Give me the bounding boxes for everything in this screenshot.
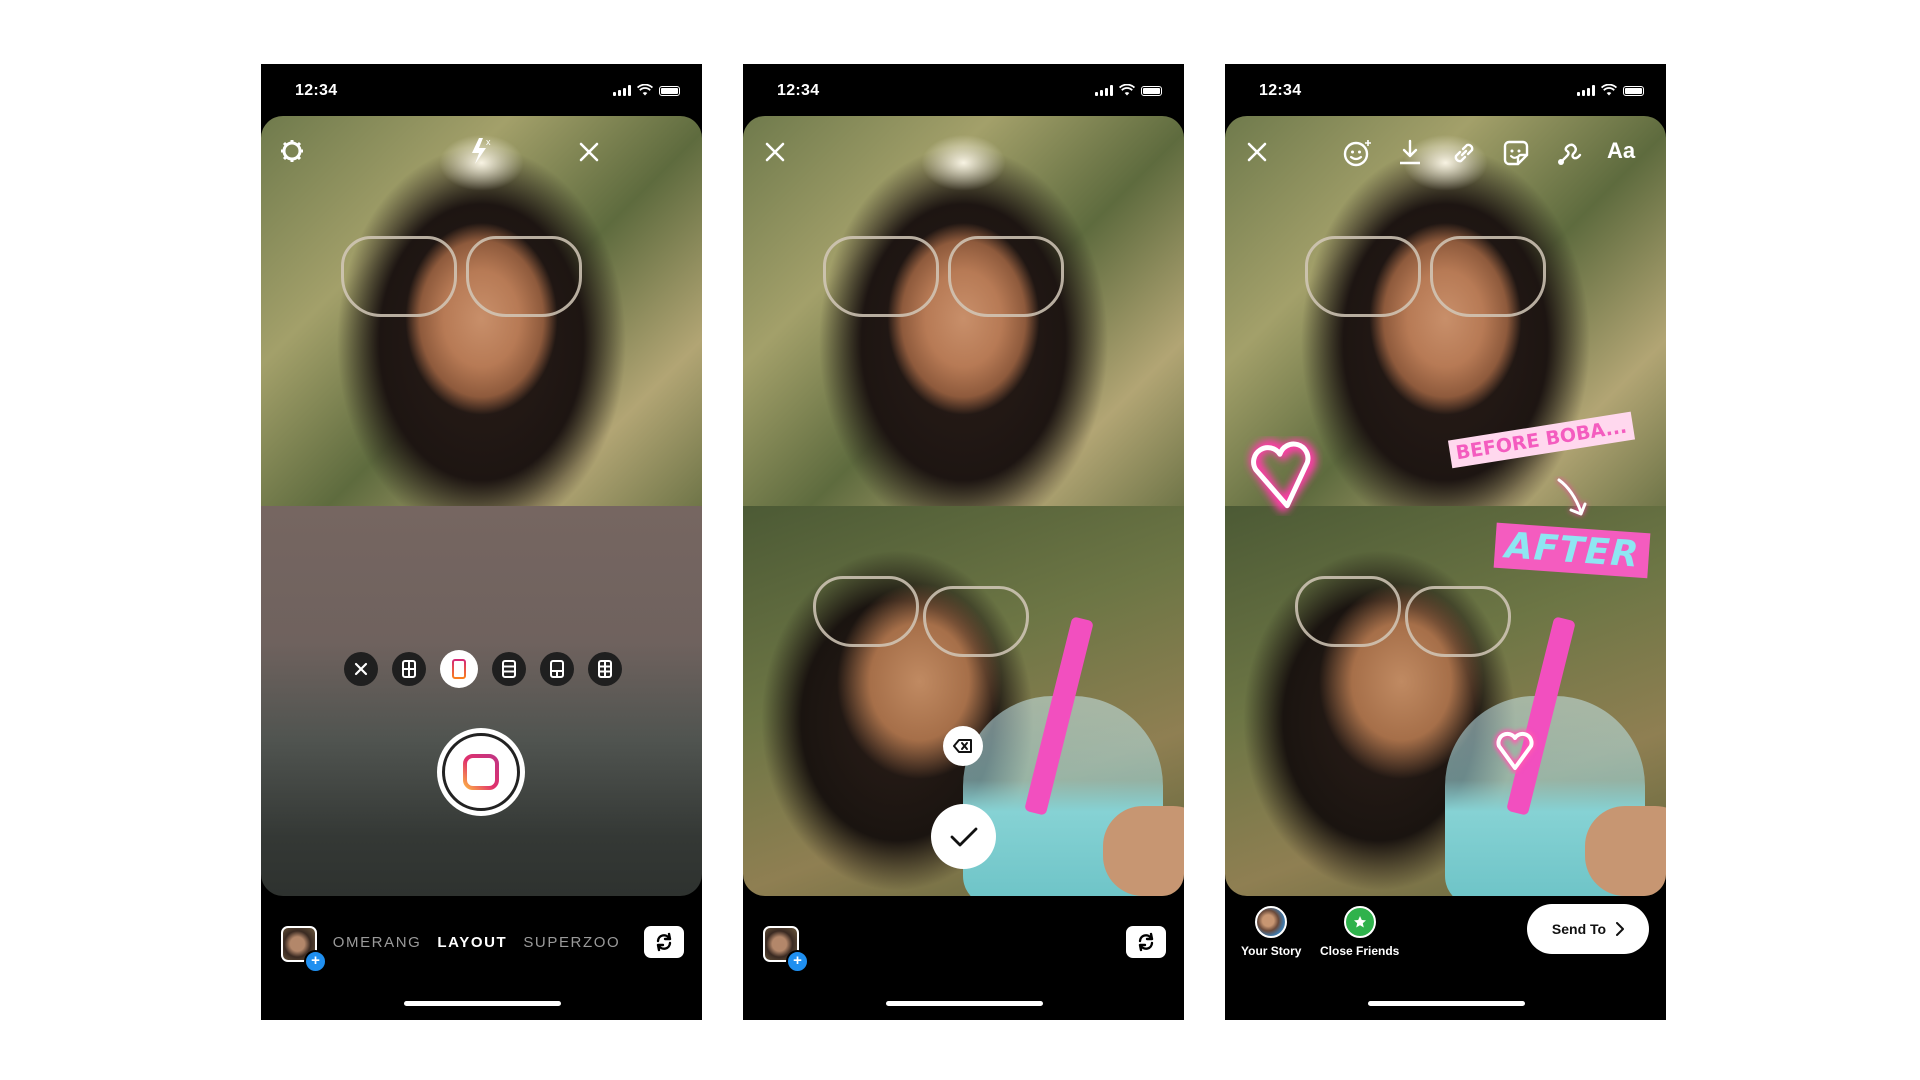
small-heart-sticker[interactable] xyxy=(1491,726,1539,774)
settings-icon[interactable] xyxy=(279,138,305,164)
camera-mode-selector: OMERANG LAYOUT SUPERZOO xyxy=(331,934,622,951)
delete-cell-button[interactable] xyxy=(943,726,983,766)
layout-cell-bottom-empty[interactable] xyxy=(261,506,702,896)
flip-camera-button[interactable] xyxy=(644,926,684,958)
close-icon[interactable] xyxy=(579,142,599,162)
layout-grid-3x2-button[interactable] xyxy=(588,652,622,686)
close-icon xyxy=(354,662,368,676)
sticker-icon[interactable] xyxy=(1501,138,1531,168)
home-indicator[interactable] xyxy=(1368,1001,1525,1006)
add-plus-icon: + xyxy=(786,950,809,973)
wifi-icon xyxy=(1119,84,1135,96)
status-bar: 12:34 xyxy=(743,64,1184,116)
split-2-vertical-icon xyxy=(452,659,466,679)
status-time: 12:34 xyxy=(295,82,338,99)
face-effects-icon[interactable] xyxy=(1343,138,1373,168)
layout-cell-top-photo[interactable] xyxy=(261,116,702,506)
signal-icon xyxy=(613,85,631,96)
layout-grid-2x2-button[interactable] xyxy=(392,652,426,686)
status-bar: 12:34 xyxy=(261,64,702,116)
your-story-avatar xyxy=(1255,906,1288,938)
layout-split-2-button[interactable] xyxy=(440,650,478,688)
layout-options xyxy=(344,650,622,688)
signal-icon xyxy=(1577,85,1595,96)
phone-story-editor: 12:34 Aa BEFORE BOBA... AFTER Your Story… xyxy=(1225,64,1666,1020)
share-your-story[interactable]: Your Story xyxy=(1241,906,1301,958)
wifi-icon xyxy=(637,84,653,96)
backspace-delete-icon xyxy=(953,739,972,753)
layout-top-big-button[interactable] xyxy=(540,652,574,686)
home-indicator[interactable] xyxy=(404,1001,561,1006)
close-friends-label: Close Friends xyxy=(1320,944,1400,958)
checkmark-icon xyxy=(950,827,977,846)
grid-3x2-icon xyxy=(598,660,612,678)
layout-canvas xyxy=(743,116,1184,896)
status-time: 12:34 xyxy=(777,82,820,99)
camera-bottom-bar: + xyxy=(743,896,1184,1020)
wifi-icon xyxy=(1601,84,1617,96)
flash-off-icon[interactable]: x xyxy=(469,136,495,166)
close-layout-button[interactable] xyxy=(344,652,378,686)
neon-heart-sticker[interactable] xyxy=(1243,436,1323,516)
download-icon[interactable] xyxy=(1397,138,1423,168)
chevron-right-icon xyxy=(1616,922,1625,936)
phone-camera-layout: 12:34 x + OMERANG LAYOUT SUPERZOO xyxy=(261,64,702,1020)
flip-camera-icon xyxy=(656,932,672,952)
close-icon[interactable] xyxy=(765,142,785,162)
share-bottom-bar: Your Story Close Friends Send To xyxy=(1225,896,1666,1020)
home-indicator[interactable] xyxy=(886,1001,1043,1006)
battery-icon xyxy=(1141,86,1162,96)
close-friends-avatar xyxy=(1343,906,1376,938)
svg-text:x: x xyxy=(486,137,491,147)
share-close-friends[interactable]: Close Friends xyxy=(1320,906,1399,958)
send-to-button[interactable]: Send To xyxy=(1527,904,1649,954)
add-plus-icon: + xyxy=(304,950,327,973)
camera-bottom-bar: + OMERANG LAYOUT SUPERZOO xyxy=(261,896,702,1020)
status-bar: 12:34 xyxy=(1225,64,1666,116)
story-canvas: Aa BEFORE BOBA... AFTER xyxy=(1225,116,1666,896)
grid-2x2-icon xyxy=(402,660,416,678)
arrow-doodle-sticker[interactable] xyxy=(1553,476,1593,526)
draw-icon[interactable] xyxy=(1555,138,1585,168)
phone-layout-review: 12:34 + xyxy=(743,64,1184,1020)
layout-mode-icon xyxy=(463,754,499,790)
layout-shutter-button[interactable] xyxy=(437,728,525,816)
flip-camera-button[interactable] xyxy=(1126,926,1166,958)
status-time: 12:34 xyxy=(1259,82,1302,99)
battery-icon xyxy=(1623,86,1644,96)
split-3-rows-icon xyxy=(502,660,516,678)
link-icon[interactable] xyxy=(1449,138,1479,168)
text-tool-button[interactable]: Aa xyxy=(1607,138,1635,164)
layout-cell-top-photo[interactable] xyxy=(743,116,1184,506)
send-to-label: Send To xyxy=(1551,921,1607,937)
layout-split-3-button[interactable] xyxy=(492,652,526,686)
signal-icon xyxy=(1095,85,1113,96)
flip-camera-icon xyxy=(1138,932,1154,952)
confirm-layout-button[interactable] xyxy=(931,804,996,869)
star-icon xyxy=(1353,916,1366,928)
mode-superzoom[interactable]: SUPERZOO xyxy=(523,934,620,951)
battery-icon xyxy=(659,86,680,96)
camera-viewfinder: x xyxy=(261,116,702,896)
your-story-label: Your Story xyxy=(1241,944,1302,958)
mode-boomerang[interactable]: OMERANG xyxy=(333,934,422,951)
split-top-bottom-2-icon xyxy=(550,660,564,678)
close-icon[interactable] xyxy=(1247,142,1267,162)
mode-layout[interactable]: LAYOUT xyxy=(437,934,507,951)
